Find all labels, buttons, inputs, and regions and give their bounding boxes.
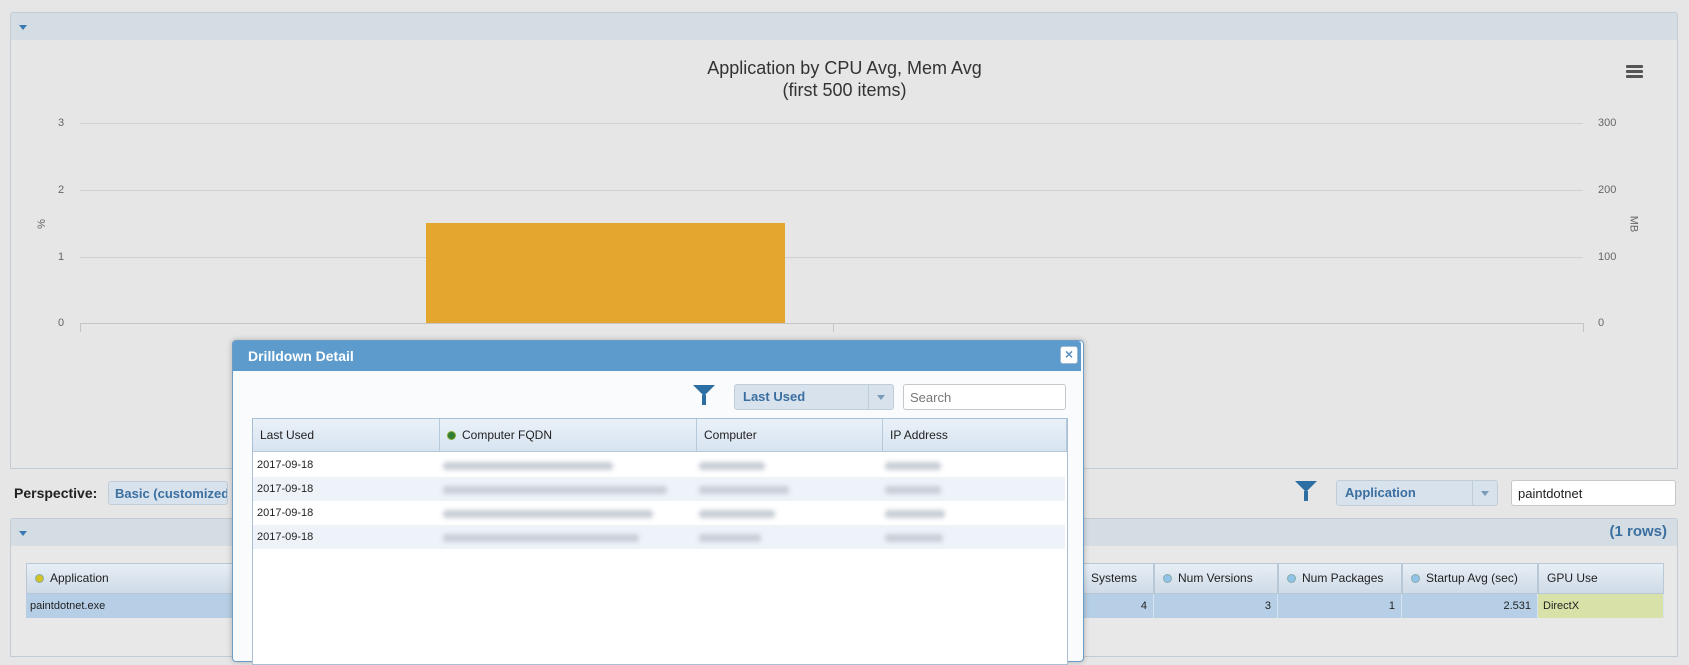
redacted-computer (699, 462, 765, 470)
column-color-dot (35, 574, 44, 583)
chart-title: Application by CPU Avg, Mem Avg (707, 58, 982, 78)
chart-bar[interactable] (426, 223, 785, 323)
column-color-dot (1287, 574, 1296, 583)
cell-num-packages[interactable]: 1 (1278, 594, 1402, 618)
x-axis-line (80, 323, 1583, 324)
redacted-ip (885, 510, 945, 518)
filter-value-input[interactable] (1511, 480, 1676, 506)
cell-last-used: 2017-09-18 (257, 531, 314, 543)
collapse-chevron-icon[interactable] (19, 531, 27, 536)
redacted-fqdn (443, 510, 653, 518)
column-header-label: GPU Use (1547, 571, 1598, 585)
table-row[interactable]: 2017-09-18 (253, 477, 1065, 501)
y-tick-label: 0 (58, 317, 65, 329)
rows-count: (1 rows) (1609, 523, 1667, 540)
y2-axis-label: MB (1627, 215, 1640, 233)
x-axis-tick (1583, 323, 1584, 332)
table-row[interactable]: 2017-09-18 (253, 453, 1065, 477)
redacted-computer (699, 534, 761, 542)
column-header-num-versions[interactable]: Num Versions (1154, 563, 1278, 594)
redacted-fqdn (443, 462, 613, 470)
drilldown-dialog: Drilldown Detail × Last Used Last Used C… (232, 340, 1084, 665)
column-header-startup-avg[interactable]: Startup Avg (sec) (1402, 563, 1538, 594)
table-row[interactable]: 2017-09-18 (253, 525, 1065, 549)
y-axis-label: % (35, 219, 48, 229)
cell-last-used: 2017-09-18 (257, 459, 314, 471)
x-axis-tick (80, 323, 81, 332)
table-row[interactable]: 2017-09-18 (253, 501, 1065, 525)
column-color-dot (1411, 574, 1420, 583)
perspective-label: Perspective: (14, 485, 98, 501)
sort-field-value: Last Used (743, 389, 806, 404)
column-header-label: Computer FQDN (462, 428, 553, 442)
column-header-label: Startup Avg (sec) (1426, 571, 1518, 585)
chart-panel-header[interactable] (10, 12, 1678, 42)
y2-tick-label: 200 (1598, 184, 1617, 196)
cell-last-used: 2017-09-18 (257, 507, 314, 519)
cell-last-used: 2017-09-18 (257, 483, 314, 495)
column-header-application[interactable]: Application (26, 563, 234, 594)
column-header-systems[interactable]: Systems (1082, 563, 1154, 594)
y-tick-label: 3 (58, 117, 65, 129)
redacted-computer (699, 486, 789, 494)
filter-funnel-stem (1304, 491, 1308, 501)
close-icon[interactable]: × (1060, 346, 1078, 364)
column-header-ip-address[interactable]: IP Address (883, 419, 1067, 452)
redacted-ip (885, 462, 941, 470)
search-input[interactable] (903, 384, 1066, 410)
column-header-label: Application (50, 571, 109, 585)
filter-field-value: Application (1345, 485, 1416, 500)
column-color-dot (1163, 574, 1172, 583)
gridline (80, 190, 1583, 191)
dialog-title: Drilldown Detail (233, 341, 1081, 371)
cell-startup-avg[interactable]: 2.531 (1402, 594, 1538, 618)
sort-field-select[interactable]: Last Used (734, 384, 894, 410)
collapse-chevron-icon[interactable] (19, 25, 27, 30)
column-header-num-packages[interactable]: Num Packages (1278, 563, 1402, 594)
drilldown-table: Last Used Computer FQDN Computer IP Addr… (252, 418, 1068, 665)
perspective-select[interactable]: Basic (customized) (108, 481, 228, 505)
redacted-ip (885, 486, 941, 494)
x-axis-tick (833, 323, 834, 332)
column-header-computer[interactable]: Computer (697, 419, 883, 452)
y-tick-label: 1 (58, 251, 65, 263)
column-header-last-used[interactable]: Last Used (253, 419, 440, 452)
gridline (80, 123, 1583, 124)
filter-field-select[interactable]: Application (1336, 480, 1498, 506)
column-header-label: Num Versions (1178, 571, 1253, 585)
y2-tick-label: 0 (1598, 317, 1605, 329)
column-header-computer-fqdn[interactable]: Computer FQDN (440, 419, 697, 452)
cell-gpu-use[interactable]: DirectX (1538, 594, 1664, 618)
filter-funnel-stem (702, 395, 706, 405)
y2-tick-label: 100 (1598, 251, 1617, 263)
column-header-label: Systems (1091, 571, 1138, 585)
y2-tick-label: 300 (1598, 117, 1617, 129)
dropdown-chevron-icon[interactable] (1472, 481, 1497, 505)
cell-num-versions[interactable]: 3 (1154, 594, 1278, 618)
chart-subtitle: (first 500 items) (782, 80, 907, 100)
column-header-label: Num Packages (1302, 571, 1384, 585)
redacted-ip (885, 534, 943, 542)
column-color-dot (447, 431, 456, 440)
dropdown-chevron-icon[interactable] (868, 385, 893, 409)
redacted-fqdn (443, 534, 639, 542)
y-tick-label: 2 (58, 184, 65, 196)
gridline (80, 257, 1583, 258)
redacted-fqdn (443, 486, 667, 494)
cell-systems[interactable]: 4 (1082, 594, 1154, 618)
redacted-computer (699, 510, 775, 518)
chart-menu-icon[interactable] (1626, 65, 1643, 80)
cell-application[interactable]: paintdotnet.exe (26, 594, 234, 618)
column-header-gpu-use[interactable]: GPU Use (1538, 563, 1664, 594)
